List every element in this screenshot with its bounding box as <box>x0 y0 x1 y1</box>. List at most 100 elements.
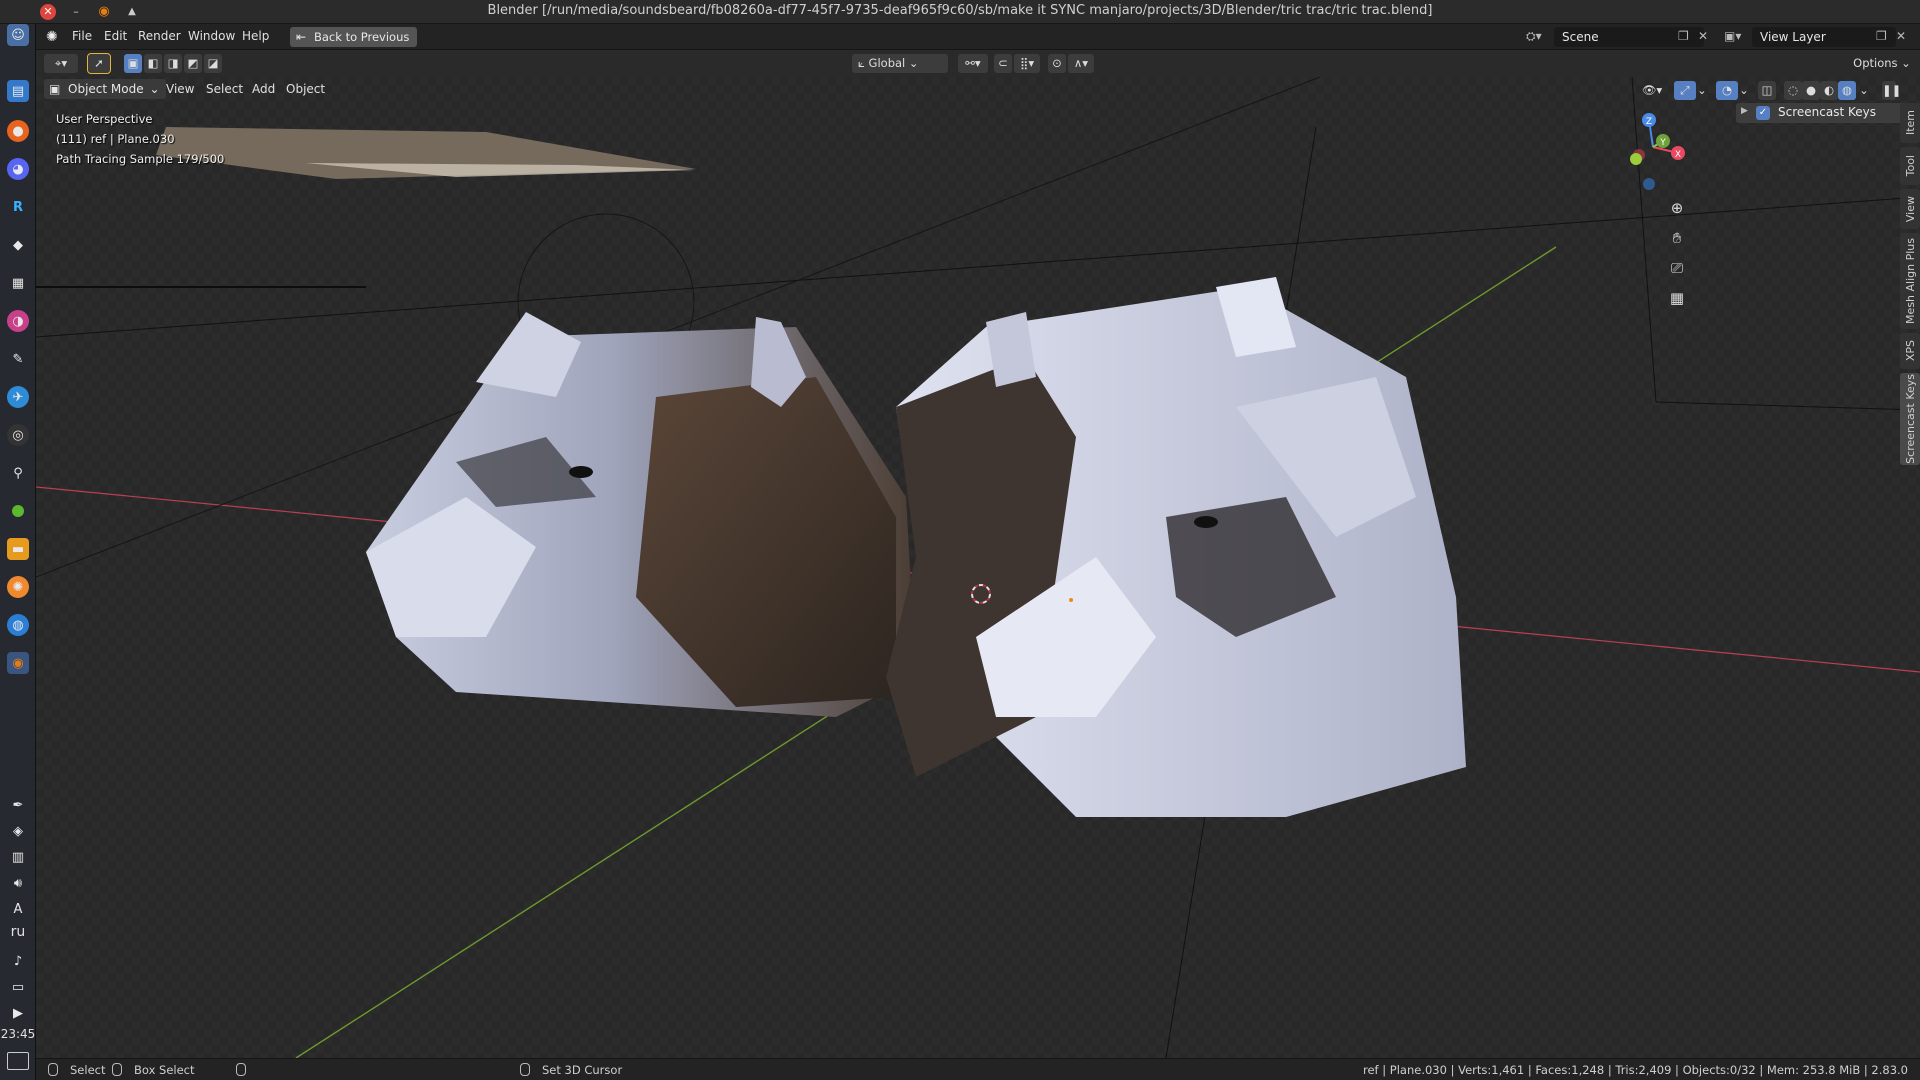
proportional-edit-icon[interactable]: ⊙ <box>1048 54 1066 73</box>
menu-help[interactable]: Help <box>242 29 269 43</box>
microphone-icon[interactable]: ♪ <box>7 950 29 972</box>
rendered-shading-icon[interactable]: ◍ <box>1838 81 1856 100</box>
user-avatar-icon[interactable]: ☺ <box>7 24 29 46</box>
chevron-down-icon[interactable]: ⌄ <box>1858 81 1870 100</box>
snap-target-icon[interactable]: ⣿▾ <box>1014 54 1040 73</box>
file-manager-icon[interactable]: ▤ <box>7 80 29 102</box>
pen-tool-icon[interactable]: ✒ <box>7 794 29 816</box>
active-object-label: (111) ref | Plane.030 <box>56 132 175 146</box>
orange-app-icon[interactable]: ✺ <box>7 576 29 598</box>
show-desktop-icon[interactable] <box>7 1052 29 1070</box>
mouse-middle-icon <box>236 1063 246 1076</box>
select-new-icon[interactable]: ▣ <box>124 54 142 73</box>
status-box-select: Box Select <box>134 1063 195 1077</box>
back-to-previous-button[interactable]: ⇤ Back to Previous <box>290 27 418 47</box>
mouse-left-icon <box>48 1063 58 1076</box>
overlay-toggle-icon[interactable]: ◔ <box>1716 81 1738 100</box>
visibility-icon[interactable]: 👁︎▾ <box>1638 81 1666 100</box>
view-layer-selector-icon[interactable]: ▣▾ <box>1724 29 1741 43</box>
keyboard-language[interactable]: ru <box>0 924 36 940</box>
solid-shading-icon[interactable]: ● <box>1802 81 1820 100</box>
select-tool-icon[interactable]: ➚ <box>87 53 111 74</box>
view-layer-copy-icon[interactable]: ❐ <box>1876 29 1887 43</box>
status-select: Select <box>70 1063 106 1077</box>
scene-selector-icon[interactable]: ⛭▾ <box>1526 29 1542 44</box>
obs-icon[interactable]: ◎ <box>7 424 29 446</box>
editor-type-button[interactable]: ⌖▾ <box>44 54 78 73</box>
view-layer-field[interactable]: View Layer <box>1752 27 1896 47</box>
tab-mesh-align-plus[interactable]: Mesh Align Plus <box>1900 233 1920 329</box>
camera-view-icon[interactable]: ⎚ <box>1665 256 1689 280</box>
back-to-previous-label: Back to Previous <box>314 30 410 44</box>
status-bar: Select Box Select Set 3D Cursor ref | Pl… <box>36 1058 1920 1080</box>
select-invert-icon[interactable]: ◩ <box>184 54 202 73</box>
clipboard-icon[interactable]: ▥ <box>7 846 29 868</box>
viewport-menu-view[interactable]: View <box>166 82 194 96</box>
layers-app-icon[interactable]: ◆ <box>7 234 29 256</box>
expand-arrow-icon[interactable]: ▶ <box>7 1002 29 1024</box>
layers-icon[interactable]: ◈ <box>7 820 29 842</box>
scene-copy-icon[interactable]: ❐ <box>1678 29 1689 43</box>
object-mode-select[interactable]: ▣ Object Mode ⌄ <box>44 79 166 99</box>
zoom-icon[interactable]: ⊕ <box>1665 196 1689 220</box>
select-extend-icon[interactable]: ◧ <box>144 54 162 73</box>
gimp-icon[interactable]: ✎ <box>7 348 29 370</box>
color-app-icon[interactable]: ◑ <box>7 310 29 332</box>
tab-xps[interactable]: XPS <box>1900 333 1920 369</box>
viewport-menu-object[interactable]: Object <box>286 82 325 96</box>
falloff-icon[interactable]: ∧▾ <box>1068 54 1094 73</box>
text-tool-icon[interactable]: A <box>7 898 29 920</box>
display-icon[interactable]: ▭ <box>7 976 29 998</box>
snap-toggle-icon[interactable]: ⊂ <box>994 54 1012 73</box>
select-intersect-icon[interactable]: ◪ <box>204 54 222 73</box>
menu-edit[interactable]: Edit <box>104 29 127 43</box>
tab-screencast-keys[interactable]: Screencast Keys <box>1900 373 1920 465</box>
select-subtract-icon[interactable]: ◨ <box>164 54 182 73</box>
terminal-icon[interactable]: ▦ <box>7 272 29 294</box>
3d-viewport[interactable]: Z X Y ▣ Object Mode ⌄ View Select Add Ob… <box>36 77 1920 1058</box>
menu-window[interactable]: Window <box>188 29 235 43</box>
wireframe-shading-icon[interactable]: ◌ <box>1784 81 1802 100</box>
render-sample-label: Path Tracing Sample 179/500 <box>56 152 225 166</box>
browser-icon[interactable]: ◍ <box>7 614 29 636</box>
material-shading-icon[interactable]: ◐ <box>1820 81 1838 100</box>
object-mode-label: Object Mode <box>68 82 144 96</box>
tab-screencast-keys-label: Screencast Keys <box>1903 374 1917 464</box>
view-layer-remove-icon[interactable]: ✕ <box>1896 29 1906 43</box>
transform-orientation-label: Global <box>868 56 906 70</box>
firefox-icon[interactable]: ● <box>7 120 29 142</box>
r-app-icon[interactable]: R <box>7 196 29 218</box>
volume-icon[interactable]: 🔊︎ <box>7 872 29 894</box>
perspective-toggle-icon[interactable]: ▦ <box>1665 286 1689 310</box>
gizmo-x-label: X <box>1675 150 1681 160</box>
hand-pan-icon[interactable]: ✋︎ <box>1665 226 1689 250</box>
tab-tool[interactable]: Tool <box>1900 147 1920 185</box>
blender-logo-icon[interactable]: ✺ <box>46 29 62 45</box>
clock: 23:45 <box>0 1027 36 1041</box>
menu-file[interactable]: File <box>72 29 92 43</box>
scene-remove-icon[interactable]: ✕ <box>1698 29 1708 43</box>
pivot-point-button[interactable]: ⚯▾ <box>958 54 988 73</box>
discord-icon[interactable]: ◕ <box>7 158 29 180</box>
menu-render[interactable]: Render <box>138 29 181 43</box>
viewport-scene[interactable]: Z X Y <box>36 77 1920 1058</box>
blender-dock-icon[interactable]: ◉ <box>7 652 29 674</box>
green-status-icon[interactable] <box>7 500 29 522</box>
viewport-menu-add[interactable]: Add <box>252 82 275 96</box>
viewport-menu-select[interactable]: Select <box>206 82 243 96</box>
chevron-down-icon[interactable]: ⌄ <box>1696 81 1708 100</box>
tool-header: ⌖▾ ➚ ▣ ◧ ◨ ◩ ◪ ⟀ Global ⌄ ⚯▾ ⊂ ⣿▾ ⊙ ∧▾ O… <box>36 50 1920 77</box>
tab-view[interactable]: View <box>1900 189 1920 229</box>
search-icon[interactable]: ⚲ <box>7 462 29 484</box>
transform-orientation-select[interactable]: ⟀ Global ⌄ <box>852 54 948 73</box>
tab-item[interactable]: Item <box>1900 103 1920 143</box>
options-button[interactable]: Options ⌄ <box>1852 54 1912 73</box>
xray-toggle-icon[interactable]: ◫ <box>1758 81 1776 100</box>
pause-render-icon[interactable]: ❚❚ <box>1882 81 1901 100</box>
screencast-keys-panel-header[interactable]: ▶ ✓ Screencast Keys <box>1736 103 1920 123</box>
chevron-down-icon[interactable]: ⌄ <box>1738 81 1750 100</box>
gizmo-toggle-icon[interactable]: ⤢ <box>1674 81 1696 100</box>
screencast-keys-checkbox[interactable]: ✓ <box>1756 106 1770 120</box>
folder-icon[interactable]: ▬ <box>7 538 29 560</box>
bird-app-icon[interactable]: ✈ <box>7 386 29 408</box>
